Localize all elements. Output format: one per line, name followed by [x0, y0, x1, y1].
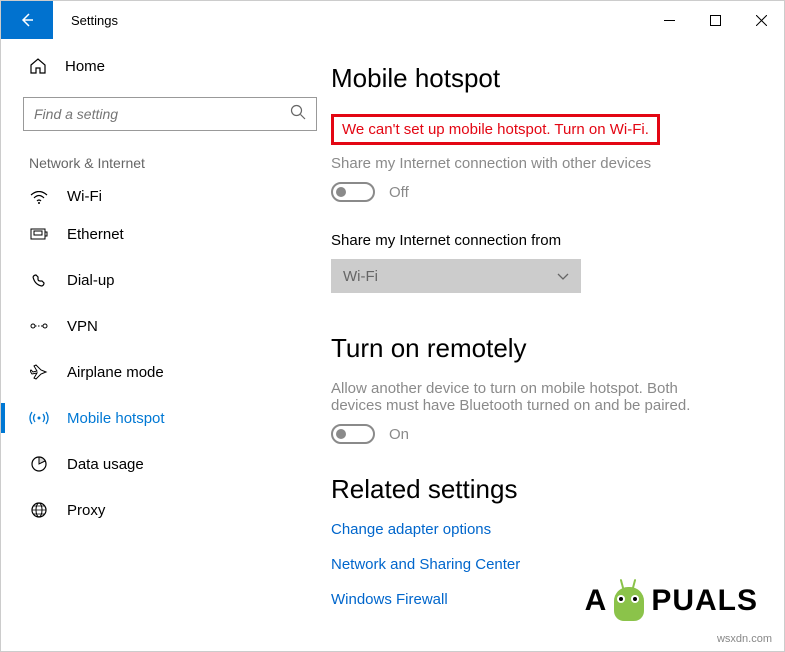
link-adapter[interactable]: Change adapter options [331, 521, 754, 538]
titlebar: Settings [1, 1, 784, 39]
ethernet-icon [29, 226, 49, 242]
sidebar-item-dialup[interactable]: Dial-up [1, 257, 331, 303]
wifi-icon [29, 191, 49, 205]
remote-toggle-state: On [389, 426, 409, 443]
vpn-icon [29, 319, 49, 333]
nav-label: Data usage [67, 456, 144, 473]
close-icon [756, 15, 767, 26]
back-button[interactable] [1, 1, 53, 39]
mascot-icon [611, 581, 647, 621]
nav-label: Airplane mode [67, 364, 164, 381]
sidebar: Home Network & Internet Wi-Fi Ethernet D… [1, 39, 331, 651]
share-from-dropdown[interactable]: Wi-Fi [331, 259, 581, 293]
maximize-button[interactable] [692, 1, 738, 39]
dropdown-value: Wi-Fi [343, 268, 378, 285]
airplane-icon [29, 363, 49, 381]
nav-label: Mobile hotspot [67, 410, 165, 427]
nav-label: Dial-up [67, 272, 115, 289]
sidebar-item-wifi[interactable]: Wi-Fi [1, 179, 331, 211]
home-icon [29, 57, 47, 75]
home-button[interactable]: Home [23, 57, 331, 75]
close-button[interactable] [738, 1, 784, 39]
error-message: We can't set up mobile hotspot. Turn on … [331, 114, 660, 145]
remote-heading: Turn on remotely [331, 333, 754, 364]
window-controls [646, 1, 784, 39]
maximize-icon [710, 15, 721, 26]
nav-label: Ethernet [67, 226, 124, 243]
back-arrow-icon [17, 10, 37, 30]
sidebar-item-vpn[interactable]: VPN [1, 303, 331, 349]
datausage-icon [29, 455, 49, 473]
share-from-label: Share my Internet connection from [331, 232, 754, 249]
sidebar-item-proxy[interactable]: Proxy [1, 487, 331, 533]
page-title: Mobile hotspot [331, 63, 754, 94]
footer-url: wsxdn.com [717, 633, 772, 645]
minimize-button[interactable] [646, 1, 692, 39]
sidebar-item-hotspot[interactable]: Mobile hotspot [1, 395, 331, 441]
nav-label: Proxy [67, 502, 105, 519]
nav-label: VPN [67, 318, 98, 335]
sidebar-item-airplane[interactable]: Airplane mode [1, 349, 331, 395]
dialup-icon [29, 272, 49, 288]
share-label: Share my Internet connection with other … [331, 155, 754, 172]
watermark-text-a: A [585, 584, 608, 618]
watermark-text-b: PUALS [651, 584, 758, 618]
remote-desc: Allow another device to turn on mobile h… [331, 380, 701, 414]
search-icon [290, 104, 306, 125]
search-box[interactable] [23, 97, 317, 131]
nav-list: Wi-Fi Ethernet Dial-up VPN Airplane mode… [1, 179, 331, 533]
share-toggle[interactable] [331, 182, 375, 202]
minimize-icon [664, 15, 675, 26]
toggle-knob [336, 187, 346, 197]
sidebar-item-datausage[interactable]: Data usage [1, 441, 331, 487]
main-panel: Mobile hotspot We can't set up mobile ho… [331, 39, 784, 651]
toggle-knob [336, 429, 346, 439]
hotspot-icon [29, 409, 49, 427]
watermark: A PUALS [585, 581, 758, 621]
home-label: Home [65, 58, 105, 75]
share-toggle-state: Off [389, 184, 409, 201]
window-title: Settings [71, 13, 118, 28]
search-input[interactable] [34, 106, 290, 122]
proxy-icon [29, 501, 49, 519]
related-heading: Related settings [331, 474, 754, 505]
remote-toggle[interactable] [331, 424, 375, 444]
chevron-down-icon [557, 268, 569, 285]
link-sharing-center[interactable]: Network and Sharing Center [331, 556, 754, 573]
nav-label: Wi-Fi [67, 188, 102, 205]
category-header: Network & Internet [23, 155, 331, 171]
sidebar-item-ethernet[interactable]: Ethernet [1, 211, 331, 257]
